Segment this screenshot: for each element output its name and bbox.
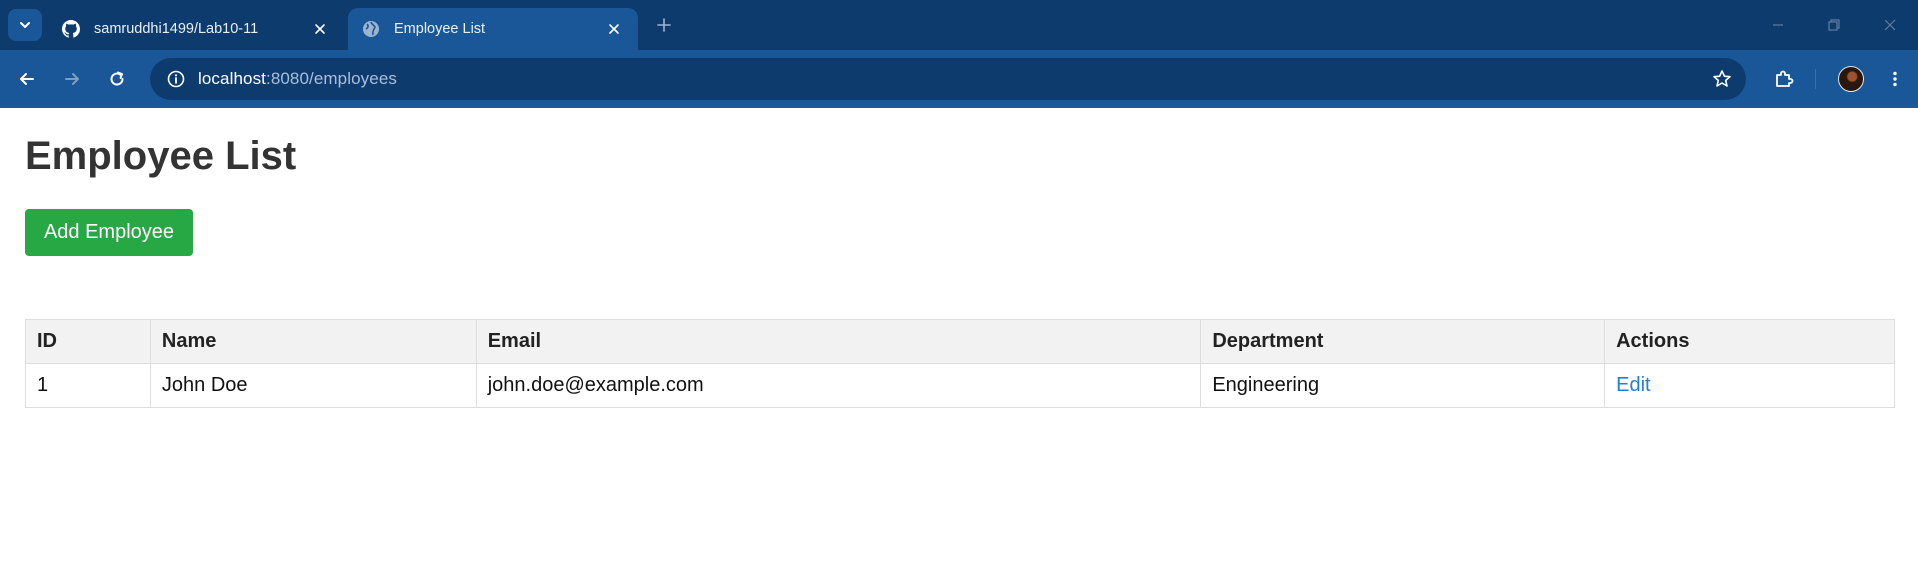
browser-tab-employee-list[interactable]: Employee List xyxy=(348,8,638,50)
close-tab-icon[interactable] xyxy=(308,17,332,41)
url-path: :8080/employees xyxy=(266,69,397,88)
cell-department: Engineering xyxy=(1200,363,1606,408)
close-window-button[interactable] xyxy=(1870,10,1910,40)
new-tab-button[interactable] xyxy=(652,13,676,37)
plus-icon xyxy=(657,18,671,32)
tab-title: Employee List xyxy=(394,21,486,37)
tab-title: samruddhi1499/Lab10-11 xyxy=(94,21,259,37)
cell-actions: Edit xyxy=(1604,363,1895,408)
cell-id: 1 xyxy=(25,363,151,408)
minimize-icon xyxy=(1773,24,1783,26)
back-button[interactable] xyxy=(11,63,43,95)
employee-table: ID Name Email Department Actions 1 John … xyxy=(25,319,1895,408)
address-bar[interactable]: localhost:8080/employees xyxy=(150,58,1746,100)
restore-icon xyxy=(1828,19,1840,31)
browser-menu-button[interactable] xyxy=(1879,63,1911,95)
arrow-right-icon xyxy=(65,73,79,85)
tab-search-button[interactable] xyxy=(8,9,42,41)
toolbar-divider xyxy=(1815,69,1816,89)
site-info-icon[interactable] xyxy=(154,58,198,100)
edit-link[interactable]: Edit xyxy=(1616,374,1650,396)
column-header-email: Email xyxy=(475,319,1202,364)
reload-icon xyxy=(110,71,124,86)
reload-button[interactable] xyxy=(101,63,133,95)
arrow-left-icon xyxy=(20,73,34,85)
profile-avatar[interactable] xyxy=(1838,66,1864,92)
browser-tab-github[interactable]: samruddhi1499/Lab10-11 xyxy=(48,8,344,50)
page-title: Employee List xyxy=(25,134,297,178)
table-row: 1 John Doe john.doe@example.com Engineer… xyxy=(25,363,1895,408)
address-url: localhost:8080/employees xyxy=(198,69,397,89)
github-icon xyxy=(62,20,80,38)
close-icon xyxy=(1884,19,1896,31)
column-header-id: ID xyxy=(25,319,151,364)
puzzle-piece-icon xyxy=(1776,70,1794,87)
url-host: localhost xyxy=(198,69,266,88)
cell-name: John Doe xyxy=(149,363,477,408)
forward-button[interactable] xyxy=(56,63,88,95)
bookmark-star-icon[interactable] xyxy=(1710,67,1734,91)
column-header-department: Department xyxy=(1200,319,1606,364)
cell-email: john.doe@example.com xyxy=(475,363,1202,408)
add-employee-button[interactable]: Add Employee xyxy=(25,209,193,256)
minimize-window-button[interactable] xyxy=(1758,10,1798,40)
more-vertical-icon xyxy=(1893,71,1897,87)
chevron-down-icon xyxy=(20,22,30,28)
column-header-actions: Actions xyxy=(1604,319,1895,364)
globe-icon xyxy=(362,20,380,38)
browser-tab-strip: samruddhi1499/Lab10-11 Employee List xyxy=(0,0,1918,50)
table-header-row: ID Name Email Department Actions xyxy=(25,319,1895,364)
column-header-name: Name xyxy=(149,319,477,364)
extensions-button[interactable] xyxy=(1768,63,1800,95)
restore-window-button[interactable] xyxy=(1814,10,1854,40)
close-tab-icon[interactable] xyxy=(602,17,626,41)
browser-toolbar: localhost:8080/employees xyxy=(0,50,1918,108)
